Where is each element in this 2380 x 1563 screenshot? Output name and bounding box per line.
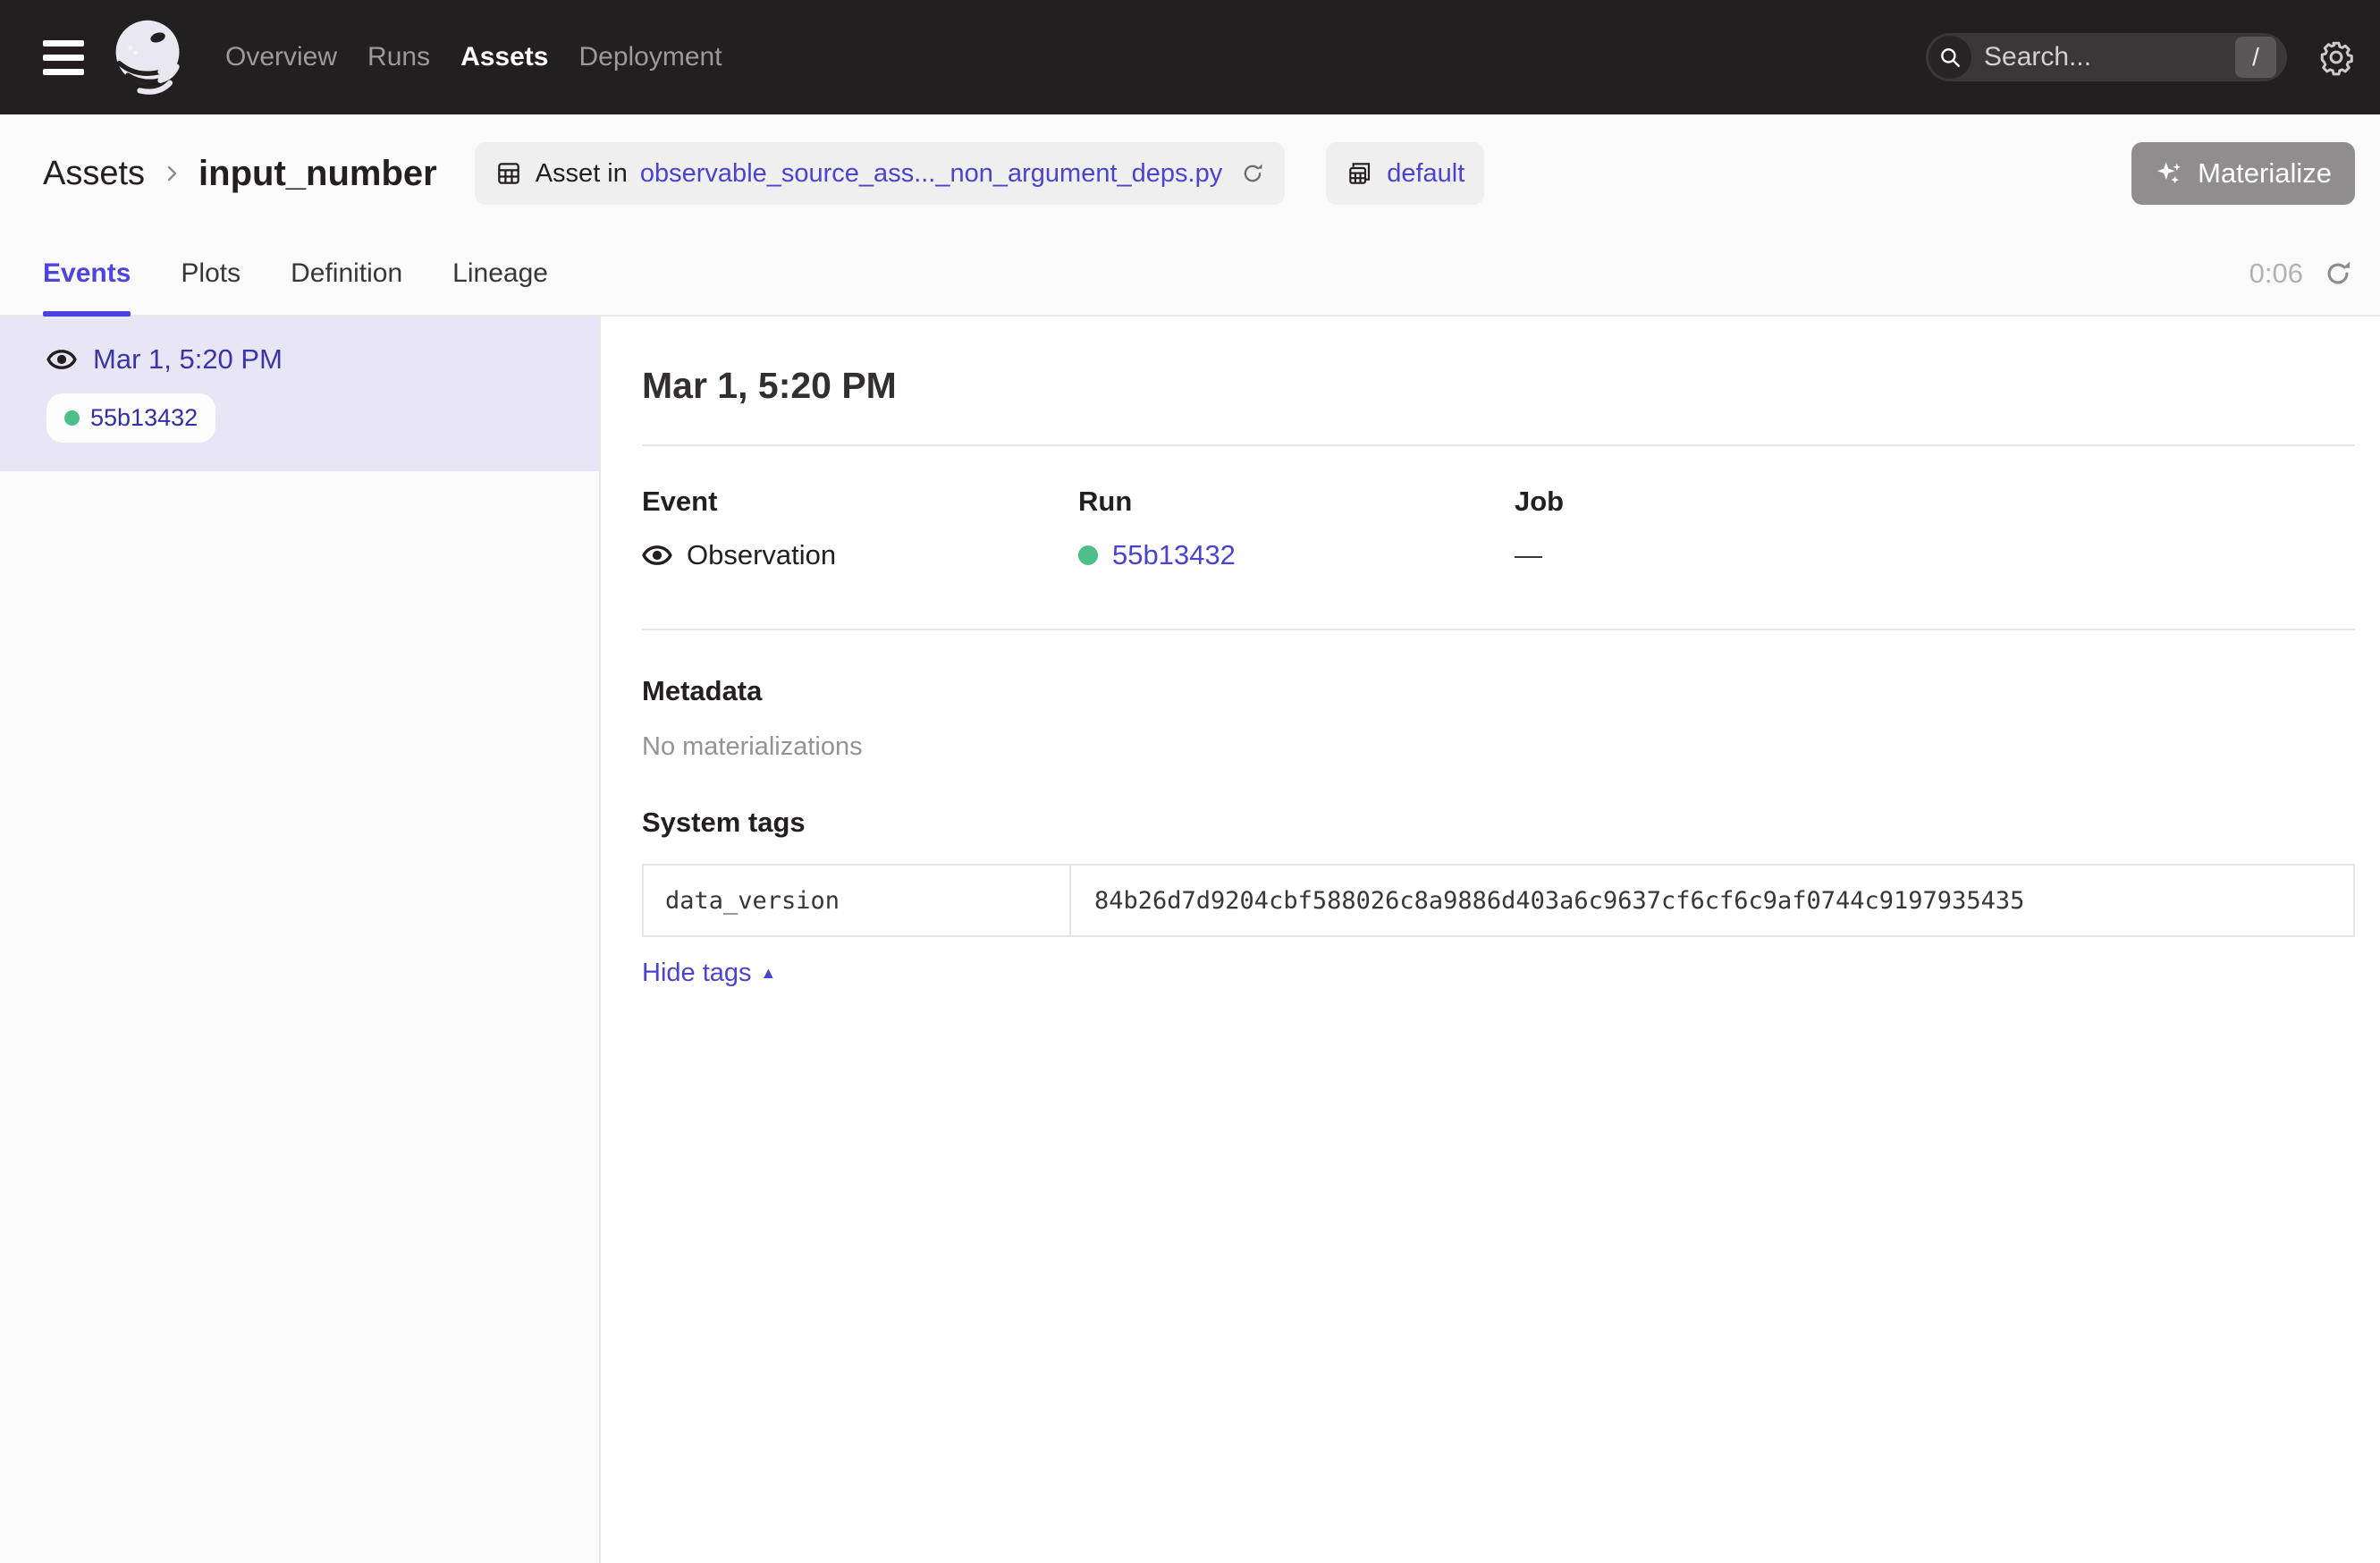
asset-definition-chip[interactable]: Asset in observable_source_ass..._non_ar…	[475, 142, 1286, 205]
reload-definition-icon[interactable]	[1240, 161, 1265, 186]
tag-value-cell: 84b26d7d9204cbf588026c8a9886d403a6c9637c…	[1071, 866, 2353, 935]
dagster-logo-icon[interactable]	[107, 14, 190, 100]
run-id-label: 55b13432	[90, 404, 198, 432]
tag-key-cell: data_version	[644, 866, 1071, 935]
refresh-countdown: 0:06	[2249, 258, 2303, 290]
event-timestamp: Mar 1, 5:20 PM	[93, 343, 283, 376]
tab-events[interactable]: Events	[43, 232, 131, 315]
metadata-heading: Metadata	[642, 675, 2355, 707]
asset-tabs: Events Plots Definition Lineage 0:06	[0, 232, 2380, 317]
run-column: Run 55b13432	[1078, 486, 1515, 571]
run-status-dot	[64, 410, 80, 426]
system-tags-heading: System tags	[642, 807, 2355, 839]
search-bar[interactable]: /	[1926, 33, 2287, 81]
primary-nav: Overview Runs Assets Deployment	[225, 42, 722, 72]
event-detail-title: Mar 1, 5:20 PM	[642, 365, 2355, 407]
asset-header: Assets input_number Asset in observable_…	[0, 114, 2380, 232]
search-input[interactable]	[1984, 42, 2199, 72]
job-column: Job —	[1515, 486, 1951, 571]
materialize-button[interactable]: Materialize	[2131, 142, 2355, 205]
hide-tags-link[interactable]: Hide tags ▲	[642, 959, 776, 988]
gear-icon[interactable]	[2317, 38, 2355, 76]
event-column: Event Observation	[642, 486, 1078, 571]
breadcrumb-assets-link[interactable]: Assets	[43, 155, 145, 193]
nav-item-assets[interactable]: Assets	[460, 42, 548, 72]
metadata-empty-message: No materializations	[642, 732, 2355, 762]
run-status-dot	[1078, 545, 1098, 565]
asset-chip-prefix: Asset in	[536, 159, 628, 189]
observation-eye-icon	[46, 344, 77, 375]
tab-plots[interactable]: Plots	[181, 232, 241, 315]
refresh-icon[interactable]	[2323, 258, 2353, 289]
chevron-right-icon	[161, 163, 182, 184]
event-detail-panel: Mar 1, 5:20 PM Event Observation Run	[601, 317, 2380, 1563]
repo-chip[interactable]: default	[1326, 142, 1484, 205]
run-id-chip[interactable]: 55b13432	[46, 393, 215, 443]
sparkle-icon	[2155, 158, 2185, 189]
menu-icon[interactable]	[43, 32, 84, 83]
repo-grid-icon	[1346, 159, 1374, 188]
events-sidebar: Mar 1, 5:20 PM 55b13432	[0, 317, 601, 1563]
materialize-label: Materialize	[2198, 157, 2332, 190]
top-nav: Overview Runs Assets Deployment /	[0, 0, 2380, 114]
nav-item-overview[interactable]: Overview	[225, 42, 337, 72]
search-icon	[1928, 36, 1971, 79]
asset-file-link[interactable]: observable_source_ass..._non_argument_de…	[640, 159, 1222, 189]
nav-item-runs[interactable]: Runs	[367, 42, 430, 72]
event-type-value: Observation	[687, 539, 836, 571]
caret-up-icon: ▲	[761, 964, 777, 983]
asset-table-icon	[494, 159, 523, 188]
repo-chip-label: default	[1387, 159, 1464, 189]
tab-definition[interactable]: Definition	[291, 232, 402, 315]
run-id-link[interactable]: 55b13432	[1112, 539, 1236, 571]
system-tags-table: data_version 84b26d7d9204cbf588026c8a988…	[642, 864, 2355, 937]
observation-eye-icon	[642, 540, 672, 570]
tab-lineage[interactable]: Lineage	[452, 232, 548, 315]
search-shortcut-key: /	[2235, 37, 2276, 78]
nav-item-deployment[interactable]: Deployment	[578, 42, 722, 72]
event-list-item[interactable]: Mar 1, 5:20 PM 55b13432	[0, 317, 599, 471]
job-empty-value: —	[1515, 539, 1542, 571]
page-title: input_number	[198, 154, 437, 194]
